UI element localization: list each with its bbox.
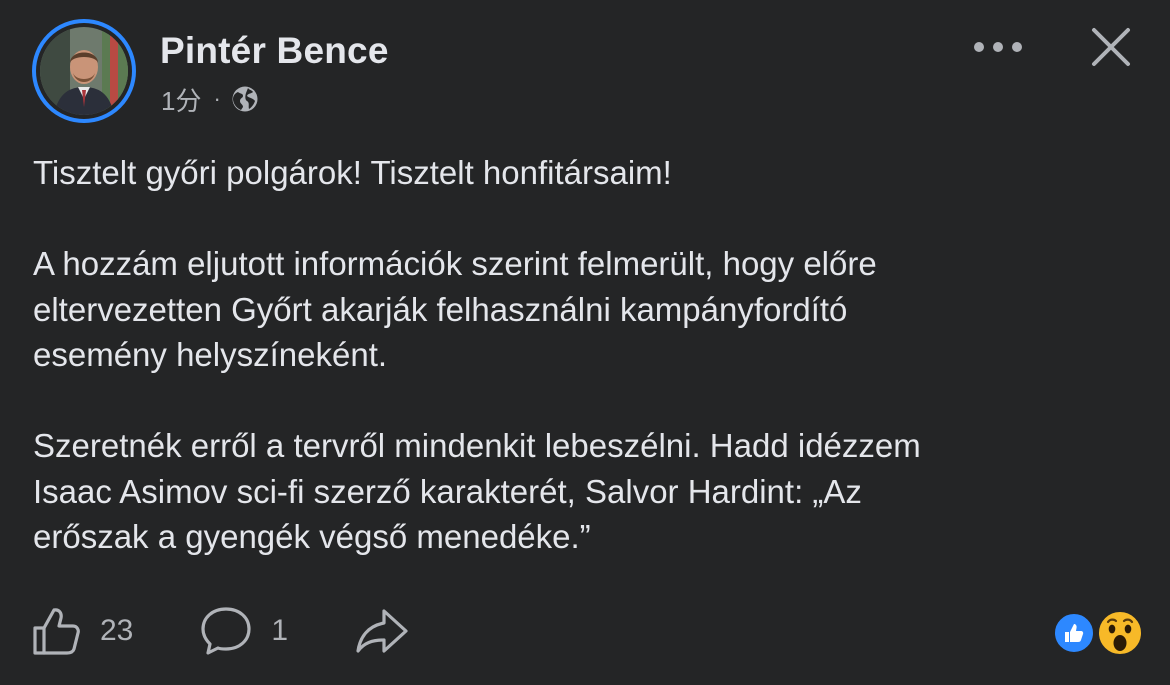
post-paragraph: Szeretnék erről a tervről mindenkit lebe…	[33, 423, 1153, 560]
action-bar: 23 1	[30, 600, 410, 662]
post-text: Tisztelt győri polgárok! Tisztelt honfit…	[33, 150, 1153, 560]
globe-icon	[232, 86, 258, 112]
post-timestamp[interactable]: 1分	[161, 81, 201, 118]
post-text-line: Tisztelt győri polgárok! Tisztelt honfit…	[33, 154, 672, 191]
post-paragraph: A hozzám eljutott információk szerint fe…	[33, 241, 1153, 378]
like-icon	[33, 608, 80, 655]
reactions-summary[interactable]	[1052, 609, 1144, 657]
meta-separator: ·	[213, 86, 221, 111]
like-count: 23	[100, 614, 134, 647]
comment-icon	[201, 607, 251, 655]
share-button[interactable]	[354, 605, 410, 657]
like-button[interactable]: 23	[30, 605, 133, 657]
share-icon	[356, 609, 408, 653]
post-text-line: esemény helyszíneként.	[33, 336, 388, 373]
close-icon	[1092, 28, 1130, 66]
post-text-line: erőszak a gyengék végső menedéke.”	[33, 518, 591, 555]
more-options-button[interactable]	[968, 30, 1028, 64]
post-text-line: A hozzám eljutott információk szerint fe…	[33, 245, 877, 282]
close-button[interactable]	[1086, 24, 1136, 70]
post-text-line: Isaac Asimov sci-fi szerző karakterét, S…	[33, 472, 862, 510]
post-paragraph: Tisztelt győri polgárok! Tisztelt honfit…	[33, 150, 1153, 196]
like-reaction-icon	[1052, 611, 1096, 655]
comment-count: 1	[271, 614, 289, 647]
avatar	[40, 27, 128, 115]
post-meta: 1分 ·	[161, 81, 259, 117]
post-text-line: Szeretnék erről a tervről mindenkit lebe…	[33, 427, 921, 464]
more-icon	[974, 42, 1022, 52]
facebook-post: Pintér Bence 1分 · Tisztelt győri polgáro…	[0, 0, 1170, 685]
author-name[interactable]: Pintér Bence	[160, 30, 389, 72]
comment-button[interactable]: 1	[199, 605, 288, 657]
wow-reaction-icon	[1097, 610, 1143, 656]
post-text-line: eltervezetten Győrt akarják felhasználni…	[33, 290, 848, 328]
author-avatar-ring[interactable]	[32, 19, 136, 123]
